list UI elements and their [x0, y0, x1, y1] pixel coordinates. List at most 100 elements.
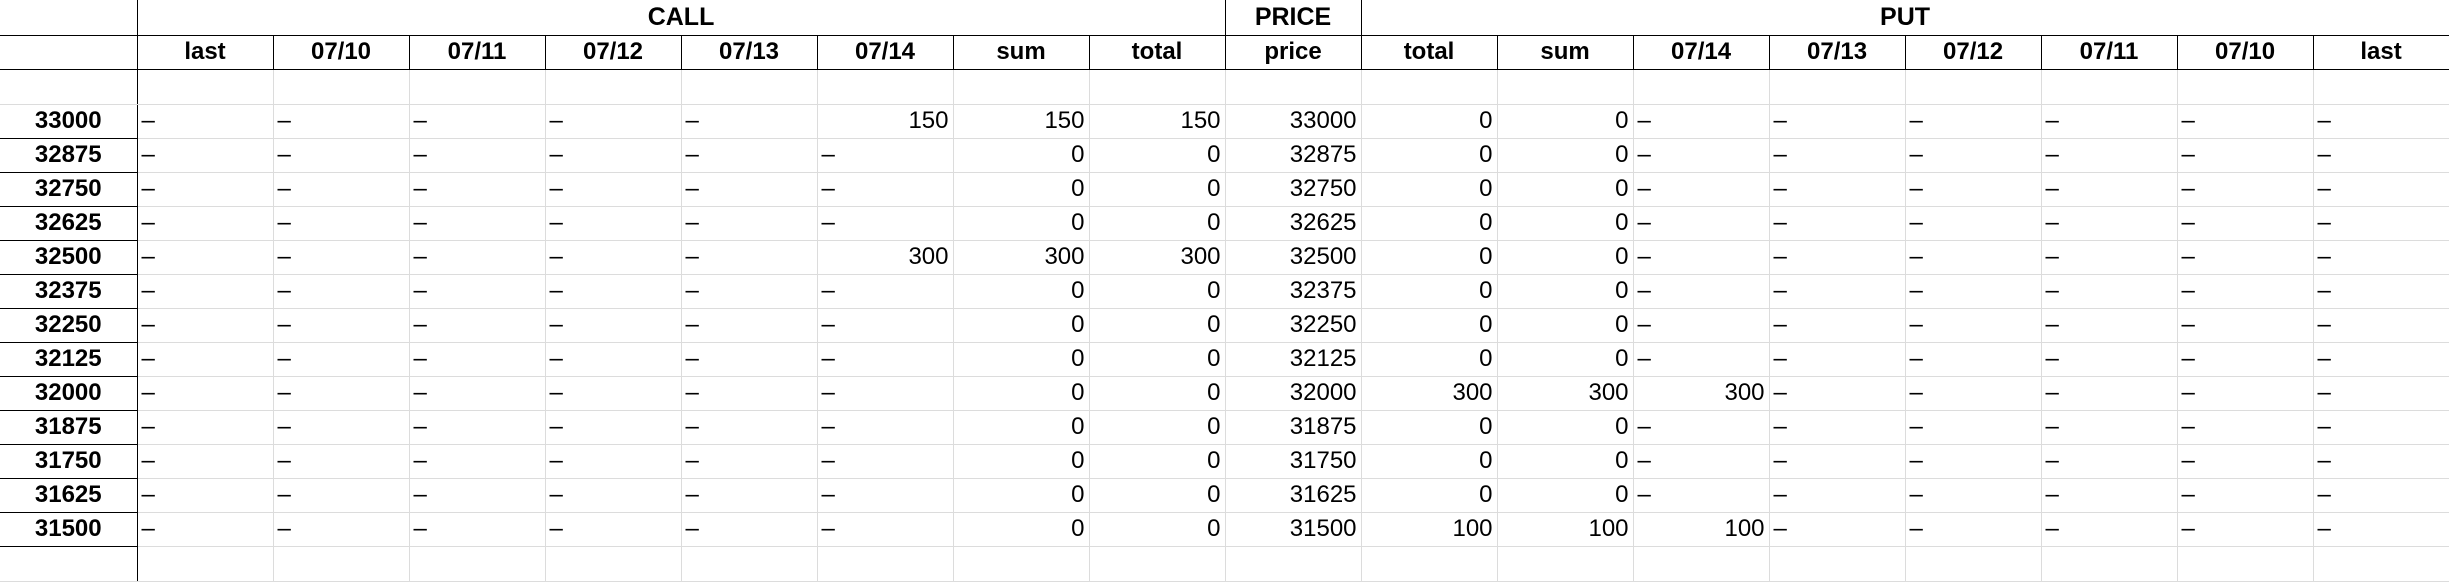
put-cell[interactable]: – [2177, 138, 2314, 173]
call-cell[interactable]: – [137, 138, 274, 173]
empty-cell[interactable] [273, 546, 410, 582]
strike-cell[interactable]: 32000 [0, 376, 138, 411]
call-cell[interactable]: 0 [953, 274, 1090, 309]
call-cell[interactable]: – [817, 410, 954, 445]
strike-cell[interactable]: 32625 [0, 206, 138, 241]
empty-cell[interactable] [409, 546, 546, 582]
call-cell[interactable]: 0 [953, 138, 1090, 173]
call-cell[interactable]: 0 [953, 206, 1090, 241]
price-group-header[interactable]: PRICE [1225, 0, 1362, 36]
strike-cell[interactable]: 33000 [0, 104, 138, 139]
call-cell[interactable]: – [273, 512, 410, 547]
call-header-cell[interactable]: last [137, 35, 274, 70]
call-cell[interactable]: 0 [953, 308, 1090, 343]
put-cell[interactable]: – [2177, 274, 2314, 309]
corner-cell[interactable] [0, 0, 138, 36]
put-cell[interactable]: 0 [1497, 206, 1634, 241]
call-cell[interactable]: – [409, 138, 546, 173]
put-group-header[interactable]: PUT [1361, 0, 2449, 36]
call-cell[interactable]: 0 [953, 410, 1090, 445]
put-cell[interactable]: – [2041, 410, 2178, 445]
put-cell[interactable]: 300 [1497, 376, 1634, 411]
call-cell[interactable]: – [273, 274, 410, 309]
call-cell[interactable]: – [681, 138, 818, 173]
put-cell[interactable]: – [1905, 104, 2042, 139]
strike-header-cell[interactable] [0, 35, 138, 70]
call-cell[interactable]: – [409, 240, 546, 275]
put-cell[interactable]: – [1905, 444, 2042, 479]
call-cell[interactable]: 0 [1089, 206, 1226, 241]
put-cell[interactable]: 0 [1497, 308, 1634, 343]
put-header-cell[interactable]: last [2313, 35, 2449, 70]
put-cell[interactable]: – [1905, 478, 2042, 513]
put-cell[interactable]: – [2041, 342, 2178, 377]
put-cell[interactable]: – [1769, 206, 1906, 241]
call-cell[interactable]: – [273, 172, 410, 207]
call-cell[interactable]: 0 [953, 444, 1090, 479]
put-cell[interactable]: 0 [1361, 444, 1498, 479]
call-cell[interactable]: – [545, 172, 682, 207]
strike-cell[interactable]: 32750 [0, 172, 138, 207]
call-cell[interactable]: 0 [953, 342, 1090, 377]
put-cell[interactable]: 0 [1497, 274, 1634, 309]
put-cell[interactable]: – [1769, 172, 1906, 207]
call-cell[interactable]: – [681, 376, 818, 411]
put-cell[interactable]: – [2313, 410, 2449, 445]
price-cell[interactable]: 31500 [1225, 512, 1362, 547]
put-cell[interactable]: – [1769, 444, 1906, 479]
call-cell[interactable]: – [817, 206, 954, 241]
put-cell[interactable]: 0 [1497, 104, 1634, 139]
put-cell[interactable]: – [1905, 376, 2042, 411]
call-cell[interactable]: 0 [953, 172, 1090, 207]
call-cell[interactable]: – [545, 206, 682, 241]
empty-cell[interactable] [1497, 546, 1634, 582]
call-cell[interactable]: – [273, 342, 410, 377]
call-cell[interactable]: – [137, 376, 274, 411]
call-header-cell[interactable]: 07/10 [273, 35, 410, 70]
put-cell[interactable]: – [2313, 206, 2449, 241]
put-cell[interactable]: – [1769, 308, 1906, 343]
call-cell[interactable]: – [817, 274, 954, 309]
call-cell[interactable]: – [409, 274, 546, 309]
empty-cell[interactable] [1905, 69, 2042, 105]
put-cell[interactable]: – [2313, 342, 2449, 377]
put-cell[interactable]: 0 [1361, 308, 1498, 343]
price-cell[interactable]: 32125 [1225, 342, 1362, 377]
call-cell[interactable]: – [273, 240, 410, 275]
call-group-header[interactable]: CALL [137, 0, 1226, 36]
call-header-cell[interactable]: sum [953, 35, 1090, 70]
empty-cell[interactable] [2041, 69, 2178, 105]
call-cell[interactable]: 150 [953, 104, 1090, 139]
price-header-cell[interactable]: price [1225, 35, 1362, 70]
put-cell[interactable]: 0 [1361, 410, 1498, 445]
call-cell[interactable]: – [817, 308, 954, 343]
empty-cell[interactable] [137, 546, 274, 582]
call-header-cell[interactable]: 07/12 [545, 35, 682, 70]
call-cell[interactable]: – [137, 478, 274, 513]
put-cell[interactable]: – [2041, 172, 2178, 207]
empty-cell[interactable] [2313, 69, 2449, 105]
put-header-cell[interactable]: 07/11 [2041, 35, 2178, 70]
call-cell[interactable]: – [137, 274, 274, 309]
put-cell[interactable]: – [1633, 342, 1770, 377]
call-cell[interactable]: 0 [1089, 478, 1226, 513]
call-cell[interactable]: – [681, 206, 818, 241]
put-cell[interactable]: – [1769, 104, 1906, 139]
call-cell[interactable]: – [545, 478, 682, 513]
call-header-cell[interactable]: 07/14 [817, 35, 954, 70]
empty-cell[interactable] [137, 69, 274, 105]
put-cell[interactable]: 100 [1361, 512, 1498, 547]
call-cell[interactable]: – [273, 478, 410, 513]
put-cell[interactable]: – [2313, 104, 2449, 139]
call-cell[interactable]: – [817, 138, 954, 173]
price-cell[interactable]: 32875 [1225, 138, 1362, 173]
put-header-cell[interactable]: 07/14 [1633, 35, 1770, 70]
put-cell[interactable]: 0 [1361, 104, 1498, 139]
put-cell[interactable]: 0 [1497, 342, 1634, 377]
put-cell[interactable]: – [1905, 172, 2042, 207]
call-cell[interactable]: – [681, 444, 818, 479]
put-cell[interactable]: 0 [1497, 138, 1634, 173]
put-cell[interactable]: – [1905, 308, 2042, 343]
price-cell[interactable]: 33000 [1225, 104, 1362, 139]
put-cell[interactable]: 100 [1497, 512, 1634, 547]
